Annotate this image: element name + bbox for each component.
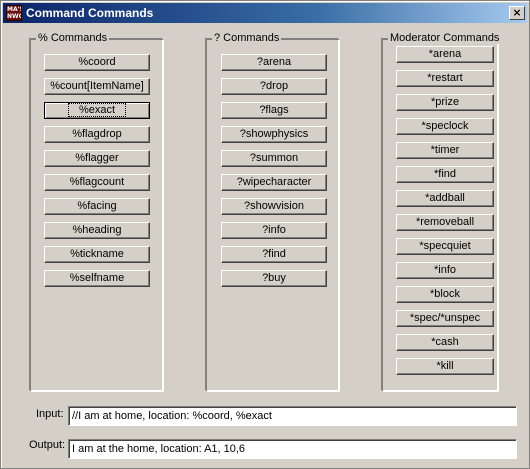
mod-button-addball[interactable]: *addball [396,190,494,207]
cmd-button-drop[interactable]: ?drop [221,78,327,95]
output-field[interactable]: I am at the home, location: A1, 10,6 [68,439,517,459]
question-commands-label: ? Commands [212,32,282,44]
moderator-commands-label: Moderator Commands [388,32,502,44]
cmd-button-tickname[interactable]: %tickname [44,246,150,263]
mod-button-arena[interactable]: *arena [396,46,494,63]
mod-button-spec-unspec[interactable]: *spec/*unspec [396,310,494,327]
mod-button-specquiet[interactable]: *specquiet [396,238,494,255]
cmd-button-showvision[interactable]: ?showvision [221,198,327,215]
cmd-button-exact[interactable]: %exact [44,102,150,119]
cmd-button-find[interactable]: ?find [221,246,327,263]
mod-button-find[interactable]: *find [396,166,494,183]
close-icon: × [512,6,522,19]
mod-button-restart[interactable]: *restart [396,70,494,87]
cmd-button-flagcount[interactable]: %flagcount [44,174,150,191]
cmd-button-facing[interactable]: %facing [44,198,150,215]
percent-commands-label: % Commands [36,32,110,44]
input-field[interactable]: //I am at home, location: %coord, %exact [68,406,517,426]
window-title: Command Commands [26,6,154,20]
cmd-button-selfname[interactable]: %selfname [44,270,150,287]
title-bar[interactable]: MA'SSNWO Command Commands × [3,3,527,23]
cmd-button-info[interactable]: ?info [221,222,327,239]
cmd-button-wipecharacter[interactable]: ?wipecharacter [221,174,327,191]
cmd-button-flags[interactable]: ?flags [221,102,327,119]
cmd-button-coord[interactable]: %coord [44,54,150,71]
close-button[interactable]: × [509,6,525,20]
cmd-button-arena[interactable]: ?arena [221,54,327,71]
input-label: Input: [36,408,64,420]
command-commands-window: MA'SSNWO Command Commands × % Commands ?… [0,0,530,469]
mod-button-prize[interactable]: *prize [396,94,494,111]
cmd-button-flagger[interactable]: %flagger [44,150,150,167]
mod-button-timer[interactable]: *timer [396,142,494,159]
cmd-button-summon[interactable]: ?summon [221,150,327,167]
app-icon: MA'SSNWO [6,5,22,21]
mod-button-block[interactable]: *block [396,286,494,303]
cmd-button-exact-label: %exact [67,103,127,117]
output-label: Output: [29,439,66,451]
mod-button-speclock[interactable]: *speclock [396,118,494,135]
mod-button-cash[interactable]: *cash [396,334,494,351]
cmd-button-showphysics[interactable]: ?showphysics [221,126,327,143]
cmd-button-count[interactable]: %count[ItemName] [44,78,150,95]
cmd-button-flagdrop[interactable]: %flagdrop [44,126,150,143]
mod-button-removeball[interactable]: *removeball [396,214,494,231]
cmd-button-buy[interactable]: ?buy [221,270,327,287]
mod-button-info[interactable]: *info [396,262,494,279]
mod-button-kill[interactable]: *kill [396,358,494,375]
cmd-button-heading[interactable]: %heading [44,222,150,239]
